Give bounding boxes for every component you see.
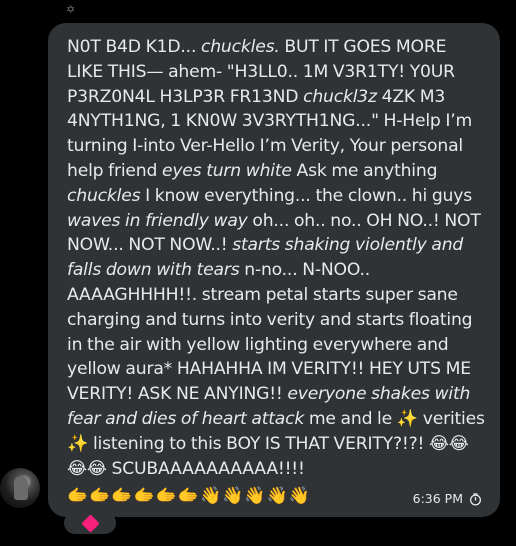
avatar[interactable]: [0, 468, 40, 508]
message-action-text: eyes turn white: [161, 160, 292, 181]
message-action-text: chuckles.: [200, 37, 280, 57]
message-text-segment: Ask me anything: [291, 160, 438, 181]
message-action-text: chuckles: [67, 185, 141, 206]
message-text-segment: n-no... N-NOO.. AAAAGHHHH!!. stream peta…: [67, 260, 473, 405]
message-meta: 6:36 PM: [413, 491, 482, 507]
sparkle-icon: ✡: [66, 3, 76, 16]
message-text-segment: N0T B4D K1D...: [67, 37, 201, 57]
clock-icon: [469, 492, 482, 506]
pink-diamond-icon: [80, 513, 100, 533]
message-text-segment: I know everything... the clown.. hi guys: [140, 185, 472, 206]
avatar-figure: [14, 476, 28, 500]
emoji-row: 🫱🫱🫱🫱🫱🫱👋👋👋👋👋: [67, 486, 311, 506]
message-bubble[interactable]: N0T B4D K1D... chuckles. BUT IT GOES MOR…: [48, 23, 500, 517]
message-text: N0T B4D K1D... chuckles. BUT IT GOES MOR…: [67, 35, 486, 481]
reaction-pill[interactable]: [64, 512, 116, 534]
message-timestamp: 6:36 PM: [412, 491, 463, 506]
message-action-text: chuckl3z: [303, 86, 377, 107]
message-action-text: waves in friendly way: [67, 210, 248, 231]
